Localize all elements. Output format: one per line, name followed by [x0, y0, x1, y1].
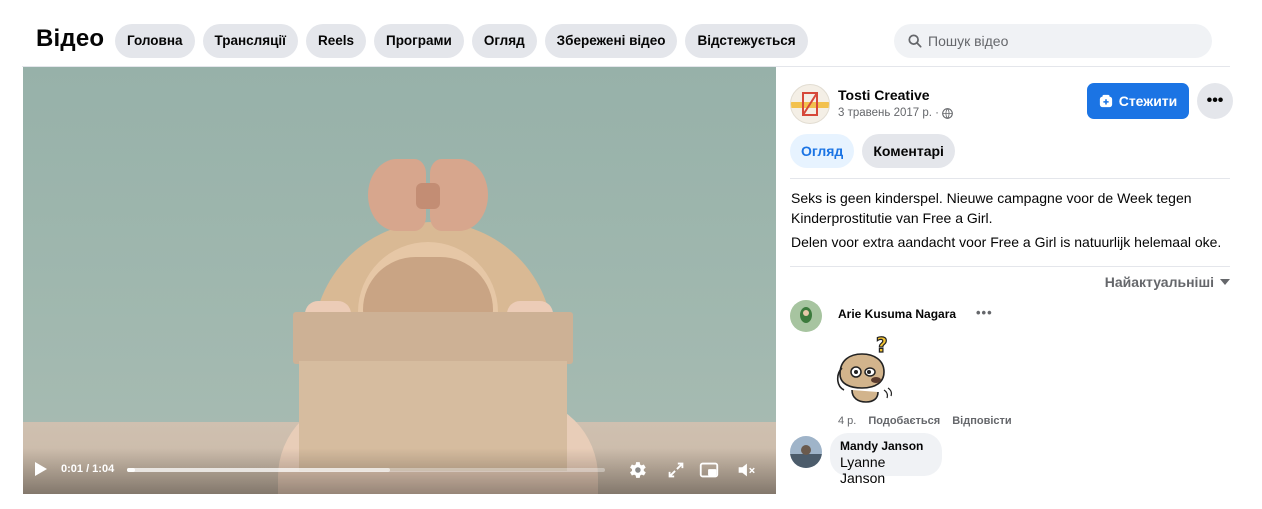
avatar-icon — [790, 436, 822, 468]
tab-overview[interactable]: Огляд — [790, 134, 855, 168]
tab-following[interactable]: Відстежується — [685, 24, 808, 58]
tab-shows[interactable]: Програми — [373, 24, 464, 58]
comment-meta: 4 р. Подобається Відповісти — [838, 415, 1012, 427]
post-date-text: 3 травень 2017 р. · — [838, 107, 939, 119]
comment-more-button[interactable]: ••• — [976, 305, 993, 320]
video-player[interactable]: 0:01 / 1:04 — [23, 67, 776, 494]
comment-avatar-2[interactable] — [790, 436, 822, 468]
search-icon — [908, 34, 922, 48]
section-divider-2 — [790, 266, 1230, 267]
video-time: 0:01 / 1:04 — [61, 463, 115, 475]
comment-text-2: Lyanne Janson — [840, 454, 886, 486]
follow-label: Стежити — [1118, 93, 1178, 109]
fullscreen-icon[interactable] — [665, 459, 687, 481]
tab-comments[interactable]: Коментарі — [862, 134, 955, 168]
dog-sticker-icon: ? — [836, 332, 892, 403]
like-link[interactable]: Подобається — [868, 415, 940, 427]
tosti-logo-icon — [791, 92, 829, 116]
svg-text:?: ? — [876, 333, 888, 357]
progress-bar[interactable] — [127, 468, 605, 472]
video-scene-bow — [368, 159, 488, 239]
search-box[interactable] — [894, 24, 1212, 58]
tab-reels[interactable]: Reels — [305, 24, 366, 58]
video-header: Відео Головна Трансляції Reels Програми … — [0, 0, 1262, 66]
search-input[interactable] — [928, 33, 1198, 49]
author-name[interactable]: Tosti Creative — [838, 87, 930, 103]
section-divider — [790, 178, 1230, 179]
post-tabs: Огляд Коментарі — [790, 134, 955, 168]
follow-button[interactable]: Стежити — [1087, 83, 1189, 119]
video-scene-box-lid — [293, 312, 573, 364]
progress-played — [127, 468, 135, 472]
globe-icon — [942, 107, 953, 119]
header-tabs: Головна Трансляції Reels Програми Огляд … — [115, 24, 808, 58]
page-title: Відео — [36, 25, 105, 52]
tab-explore[interactable]: Огляд — [471, 24, 537, 58]
tab-saved-videos[interactable]: Збережені відео — [544, 24, 678, 58]
comment-age: 4 р. — [838, 415, 857, 427]
avatar-icon — [790, 300, 822, 332]
comment-bubble: Mandy Janson Lyanne Janson — [830, 433, 942, 486]
tab-live[interactable]: Трансляції — [202, 24, 298, 58]
video-controls: 0:01 / 1:04 — [23, 448, 776, 494]
more-options-button[interactable]: ••• — [1197, 83, 1233, 119]
author-avatar[interactable] — [790, 84, 830, 124]
post-date: 3 травень 2017 р. · — [838, 107, 953, 119]
comment-sort-dropdown[interactable]: Найактуальніші — [1105, 274, 1230, 290]
post-description-2: Delen voor extra aandacht voor Free a Gi… — [791, 234, 1222, 250]
play-icon[interactable] — [35, 462, 47, 476]
tab-home[interactable]: Головна — [115, 24, 195, 58]
comment-author-2[interactable]: Mandy Janson — [840, 439, 932, 453]
post-description-1: Seks is geen kinderspel. Nieuwe campagne… — [791, 190, 1192, 226]
volume-muted-icon[interactable] — [735, 459, 757, 481]
settings-icon[interactable] — [626, 459, 648, 481]
reply-link[interactable]: Відповісти — [952, 415, 1011, 427]
follow-icon — [1099, 94, 1112, 108]
caret-down-icon — [1220, 279, 1230, 285]
progress-buffered — [127, 468, 390, 472]
sort-label: Найактуальніші — [1104, 274, 1214, 290]
comment-avatar[interactable] — [790, 300, 822, 332]
comment-author[interactable]: Arie Kusuma Nagara — [838, 307, 956, 321]
picture-in-picture-icon[interactable] — [698, 459, 720, 481]
